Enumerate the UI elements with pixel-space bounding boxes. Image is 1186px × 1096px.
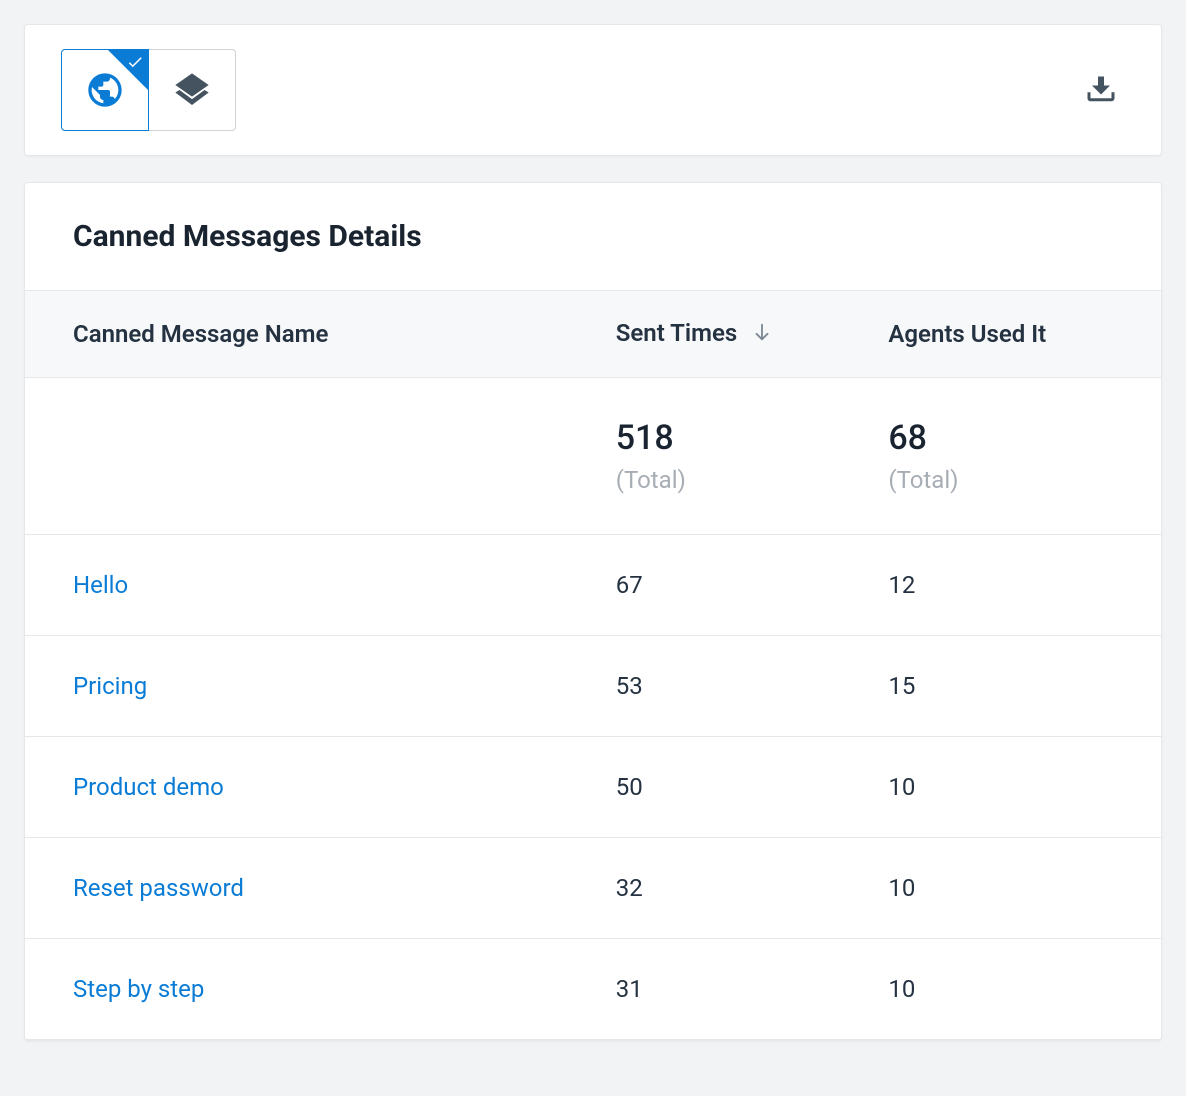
details-title: Canned Messages Details [73, 219, 1113, 254]
totals-sent-label: (Total) [616, 466, 686, 494]
canned-message-link[interactable]: Pricing [73, 672, 147, 700]
cell-sent: 67 [616, 534, 889, 635]
totals-agents-label: (Total) [888, 466, 958, 494]
table-row: Product demo 5010 [25, 736, 1161, 837]
check-icon [126, 53, 144, 71]
view-toggle-global[interactable] [61, 49, 149, 131]
totals-agents-value: 68 [888, 418, 1161, 458]
totals-sent-value: 518 [616, 418, 889, 458]
column-header-agents-label: Agents Used It [888, 320, 1046, 348]
column-header-name[interactable]: Canned Message Name [25, 291, 616, 378]
toolbar [24, 24, 1162, 156]
column-header-sent-label: Sent Times [616, 319, 738, 347]
active-check-badge [108, 50, 148, 90]
totals-agents-cell: 68 (Total) [888, 377, 1161, 534]
canned-message-link[interactable]: Hello [73, 571, 128, 599]
cell-name: Product demo [25, 736, 616, 837]
totals-row: 518 (Total) 68 (Total) [25, 377, 1161, 534]
canned-messages-table: Canned Message Name Sent Times Agents Us… [25, 290, 1161, 1040]
cell-sent: 50 [616, 736, 889, 837]
canned-message-link[interactable]: Reset password [73, 874, 244, 902]
download-button[interactable] [1077, 66, 1125, 114]
cell-agents: 12 [888, 534, 1161, 635]
canned-message-link[interactable]: Product demo [73, 773, 224, 801]
cell-sent: 32 [616, 837, 889, 938]
table-row: Pricing 5315 [25, 635, 1161, 736]
cell-agents: 10 [888, 736, 1161, 837]
cell-name: Reset password [25, 837, 616, 938]
layers-icon [172, 70, 212, 110]
column-header-name-label: Canned Message Name [73, 320, 328, 348]
view-toggle-group [61, 49, 236, 131]
column-header-sent[interactable]: Sent Times [616, 291, 889, 378]
canned-message-link[interactable]: Step by step [73, 975, 204, 1003]
cell-sent: 53 [616, 635, 889, 736]
view-toggle-layers[interactable] [148, 49, 236, 131]
cell-agents: 10 [888, 837, 1161, 938]
table-row: Step by step 3110 [25, 938, 1161, 1039]
cell-sent: 31 [616, 938, 889, 1039]
table-row: Reset password 3210 [25, 837, 1161, 938]
table-row: Hello 6712 [25, 534, 1161, 635]
cell-agents: 15 [888, 635, 1161, 736]
cell-agents: 10 [888, 938, 1161, 1039]
totals-sent-cell: 518 (Total) [616, 377, 889, 534]
cell-name: Hello [25, 534, 616, 635]
sort-descending-icon [751, 321, 773, 349]
cell-name: Pricing [25, 635, 616, 736]
details-card: Canned Messages Details Canned Message N… [24, 182, 1162, 1041]
download-icon [1083, 72, 1119, 108]
details-header: Canned Messages Details [25, 183, 1161, 290]
column-header-agents[interactable]: Agents Used It [888, 291, 1161, 378]
cell-name: Step by step [25, 938, 616, 1039]
